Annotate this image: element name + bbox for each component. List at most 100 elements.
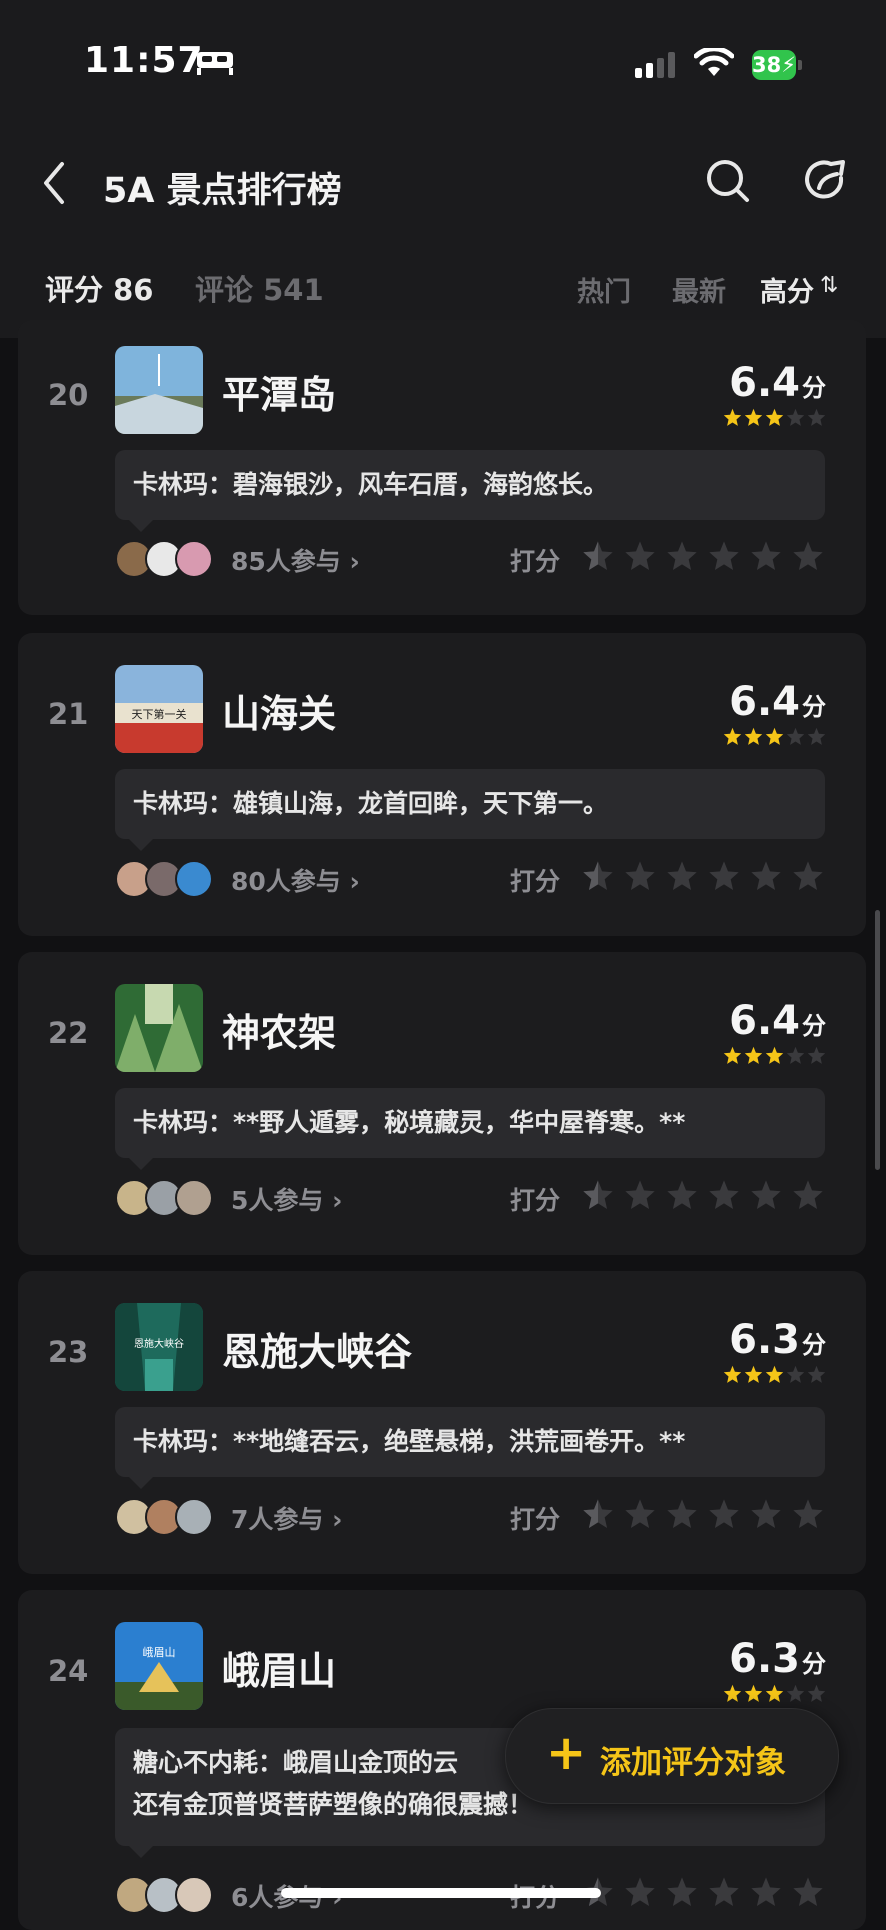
rate-label: 打分 xyxy=(510,1186,561,1215)
list-item[interactable]: 23 恩施大峡谷 恩施大峡谷 6.3分 卡林玛：**地缝吞云，绝壁悬梯，洪荒画卷… xyxy=(18,1271,866,1574)
thumbnail[interactable] xyxy=(115,984,203,1072)
star-empty-icon xyxy=(786,727,805,745)
add-rating-target-label: 添加评分对象 xyxy=(600,1745,786,1781)
star-empty-icon xyxy=(786,1684,805,1702)
score-stars xyxy=(723,1684,826,1703)
page-title: 5A 景点排行榜 xyxy=(103,171,342,211)
star-filled-icon xyxy=(723,1046,742,1064)
star-icon[interactable] xyxy=(792,1498,824,1530)
half-star-icon[interactable] xyxy=(582,540,614,572)
star-icon[interactable] xyxy=(750,1876,782,1908)
avatar xyxy=(175,1179,213,1217)
half-star-icon[interactable] xyxy=(582,1179,614,1211)
star-icon[interactable] xyxy=(624,1498,656,1530)
star-icon[interactable] xyxy=(708,540,740,572)
tab-rating[interactable]: 评分 86 xyxy=(45,267,153,309)
star-icon[interactable] xyxy=(750,1498,782,1530)
star-icon[interactable] xyxy=(708,1498,740,1530)
participant-avatars xyxy=(115,540,213,578)
search-icon[interactable] xyxy=(705,158,751,204)
avatar xyxy=(175,540,213,578)
home-indicator[interactable] xyxy=(281,1888,601,1898)
star-filled-icon xyxy=(765,1046,784,1064)
star-icon[interactable] xyxy=(624,860,656,892)
status-bar: 11:57 38 ⚡ xyxy=(0,0,886,120)
share-icon[interactable] xyxy=(803,158,849,204)
plus-icon: + xyxy=(546,1725,587,1781)
star-filled-icon xyxy=(765,1365,784,1383)
score-stars xyxy=(723,727,826,746)
half-star-icon[interactable] xyxy=(582,1498,614,1530)
comment-bubble: 卡林玛：**地缝吞云，绝壁悬梯，洪荒画卷开。** xyxy=(115,1407,825,1489)
star-filled-icon xyxy=(744,1365,763,1383)
star-icon[interactable] xyxy=(792,1876,824,1908)
rate-stars[interactable] xyxy=(582,540,824,572)
rank-number: 20 xyxy=(48,378,89,412)
star-icon[interactable] xyxy=(750,860,782,892)
score-stars xyxy=(723,408,826,427)
star-filled-icon xyxy=(723,1365,742,1383)
score-stars xyxy=(723,1365,826,1384)
sleep-mode-icon xyxy=(197,52,233,75)
avatar xyxy=(175,860,213,898)
star-filled-icon xyxy=(765,408,784,426)
nav-bar: 5A 景点排行榜 xyxy=(0,120,886,240)
star-empty-icon xyxy=(786,408,805,426)
star-empty-icon xyxy=(807,727,826,745)
sort-new[interactable]: 最新 xyxy=(672,270,726,309)
rank-number: 22 xyxy=(48,1016,89,1050)
thumbnail[interactable]: 天下第一关 xyxy=(115,665,203,753)
score: 6.4分 xyxy=(729,360,826,406)
rate-label: 打分 xyxy=(510,1505,561,1534)
star-icon[interactable] xyxy=(750,540,782,572)
star-icon[interactable] xyxy=(750,1179,782,1211)
star-icon[interactable] xyxy=(792,860,824,892)
star-icon[interactable] xyxy=(624,540,656,572)
rate-stars[interactable] xyxy=(582,1498,824,1530)
thumb-caption: 峨眉山 xyxy=(143,1646,176,1659)
comment-bubble: 卡林玛：**野人遁雾，秘境藏灵，华中屋脊寒。** xyxy=(115,1088,825,1170)
star-icon[interactable] xyxy=(666,1498,698,1530)
rate-stars[interactable] xyxy=(582,1876,824,1908)
star-icon[interactable] xyxy=(708,1876,740,1908)
star-filled-icon xyxy=(744,408,763,426)
tab-comments[interactable]: 评论 541 xyxy=(195,267,324,309)
star-icon[interactable] xyxy=(792,540,824,572)
star-icon[interactable] xyxy=(708,1179,740,1211)
half-star-icon[interactable] xyxy=(582,860,614,892)
rate-label: 打分 xyxy=(510,867,561,896)
rank-number: 23 xyxy=(48,1335,89,1369)
list-item[interactable]: 20 平潭岛 6.4分 卡林玛：碧海银沙，风车石厝，海韵悠长。 85人参与 › … xyxy=(18,320,866,615)
sort-hot[interactable]: 热门 xyxy=(577,270,631,309)
star-empty-icon xyxy=(807,408,826,426)
star-icon[interactable] xyxy=(666,1876,698,1908)
rate-stars[interactable] xyxy=(582,1179,824,1211)
star-icon[interactable] xyxy=(792,1179,824,1211)
score: 6.4分 xyxy=(729,679,826,725)
sort-high[interactable]: 高分 xyxy=(760,270,814,309)
thumbnail[interactable] xyxy=(115,346,203,434)
item-name: 山海关 xyxy=(222,692,337,736)
item-name: 恩施大峡谷 xyxy=(222,1330,413,1374)
rate-stars[interactable] xyxy=(582,860,824,892)
thumbnail[interactable]: 峨眉山 xyxy=(115,1622,203,1710)
score: 6.3分 xyxy=(729,1636,826,1682)
thumbnail[interactable]: 恩施大峡谷 xyxy=(115,1303,203,1391)
add-rating-target-button[interactable]: + 添加评分对象 xyxy=(505,1708,839,1804)
participants-link[interactable]: 85人参与 › xyxy=(231,542,360,578)
participants-link[interactable]: 7人参与 › xyxy=(231,1500,342,1536)
sort-order-icon[interactable]: ⇅ xyxy=(820,273,838,298)
star-icon[interactable] xyxy=(708,860,740,892)
star-icon[interactable] xyxy=(666,860,698,892)
star-empty-icon xyxy=(786,1365,805,1383)
list-item[interactable]: 21 天下第一关 山海关 6.4分 卡林玛：雄镇山海，龙首回眸，天下第一。 80… xyxy=(18,633,866,936)
scrollbar[interactable] xyxy=(875,910,880,1170)
star-icon[interactable] xyxy=(666,1179,698,1211)
participants-link[interactable]: 80人参与 › xyxy=(231,862,360,898)
star-icon[interactable] xyxy=(624,1876,656,1908)
list-item[interactable]: 22 神农架 6.4分 卡林玛：**野人遁雾，秘境藏灵，华中屋脊寒。** 5人参… xyxy=(18,952,866,1255)
star-icon[interactable] xyxy=(624,1179,656,1211)
participants-link[interactable]: 5人参与 › xyxy=(231,1181,342,1217)
back-arrow-icon[interactable] xyxy=(40,160,70,206)
star-icon[interactable] xyxy=(666,540,698,572)
